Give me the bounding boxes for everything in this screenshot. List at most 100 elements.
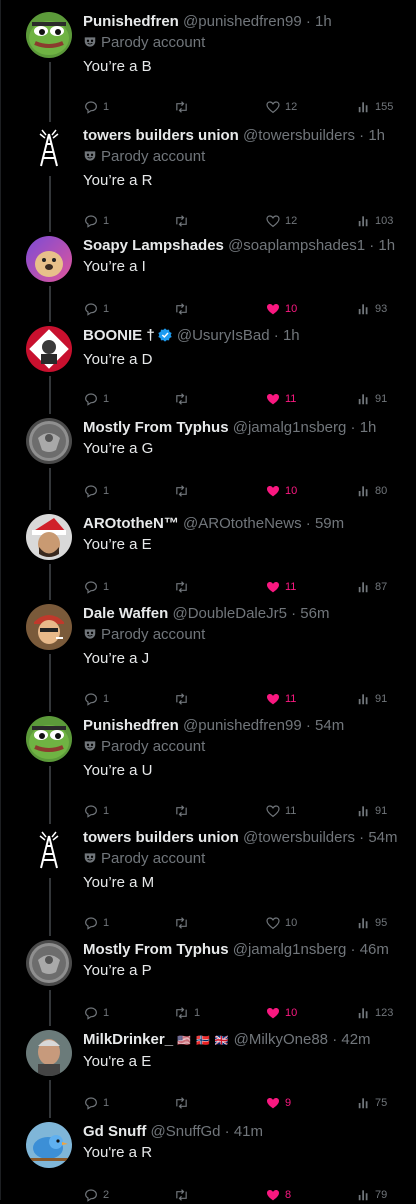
like-button[interactable]: 9 (265, 1094, 291, 1112)
reply-button[interactable]: 1 (83, 212, 109, 230)
avatar[interactable] (26, 236, 72, 282)
display-name[interactable]: BOONIE † (83, 327, 155, 344)
views-button[interactable]: 91 (357, 690, 387, 708)
display-name[interactable]: ARОtotheN™ (83, 515, 179, 532)
views-button[interactable]: 75 (357, 1094, 387, 1112)
views-button[interactable]: 103 (357, 212, 393, 230)
tweet[interactable]: towers builders union @towersbuilders · … (0, 828, 416, 940)
retweet-button[interactable] (173, 1186, 194, 1204)
avatar[interactable] (26, 716, 72, 762)
like-button[interactable]: 12 (265, 212, 297, 230)
display-name[interactable]: towers builders union (83, 829, 239, 846)
reply-button[interactable]: 1 (83, 914, 109, 932)
tweet[interactable]: MilkDrinker_ 🇺🇸 🇳🇴 🇬🇧 @MilkyOne88 · 42m Y… (0, 1030, 416, 1122)
user-handle[interactable]: @jamalg1nsberg (233, 941, 347, 958)
avatar[interactable] (26, 326, 72, 372)
display-name[interactable]: Mostly From Typhus (83, 419, 229, 436)
display-name[interactable]: Punishedfren (83, 717, 179, 734)
like-button[interactable]: 11 (265, 390, 296, 408)
tweet[interactable]: Punishedfren @punishedfren99 · 54m Parody… (0, 716, 416, 828)
views-button[interactable]: 93 (357, 300, 387, 318)
avatar[interactable] (26, 1030, 72, 1076)
user-handle[interactable]: @soaplampshades1 (228, 237, 365, 254)
user-handle[interactable]: @AROtotheNews (183, 515, 302, 532)
views-button[interactable]: 79 (357, 1186, 387, 1204)
retweet-button[interactable] (173, 482, 194, 500)
tweet[interactable]: Dale Waffen @DoubleDaleJr5 · 56m Parody a… (0, 604, 416, 716)
retweet-button[interactable]: 1 (173, 1004, 200, 1022)
avatar[interactable] (26, 126, 72, 172)
retweet-button[interactable] (173, 578, 194, 596)
avatar[interactable] (26, 604, 72, 650)
timestamp[interactable]: 46m (360, 941, 389, 958)
display-name[interactable]: Soapy Lampshades (83, 237, 224, 254)
timestamp[interactable]: 1h (283, 327, 300, 344)
avatar[interactable] (26, 514, 72, 560)
reply-button[interactable]: 1 (83, 1004, 109, 1022)
display-name[interactable]: Dale Waffen (83, 605, 168, 622)
display-name[interactable]: MilkDrinker_ (83, 1031, 173, 1048)
retweet-button[interactable] (173, 914, 194, 932)
views-button[interactable]: 87 (357, 578, 387, 596)
views-button[interactable]: 91 (357, 802, 387, 820)
avatar[interactable] (26, 828, 72, 874)
reply-button[interactable]: 1 (83, 690, 109, 708)
user-handle[interactable]: @DoubleDaleJr5 (172, 605, 286, 622)
reply-button[interactable]: 1 (83, 1094, 109, 1112)
user-handle[interactable]: @MilkyOne88 (234, 1031, 328, 1048)
timestamp[interactable]: 1h (360, 419, 377, 436)
like-button[interactable]: 8 (265, 1186, 291, 1204)
avatar[interactable] (26, 1122, 72, 1168)
retweet-button[interactable] (173, 98, 194, 116)
views-button[interactable]: 123 (357, 1004, 393, 1022)
tweet[interactable]: Gd Snuff @SnuffGd · 41m You're a R 2 8 79 (0, 1122, 416, 1202)
views-button[interactable]: 95 (357, 914, 387, 932)
user-handle[interactable]: @punishedfren99 (183, 717, 302, 734)
like-button[interactable]: 11 (265, 802, 296, 820)
tweet[interactable]: Punishedfren @punishedfren99 · 1h Parody … (0, 12, 416, 126)
tweet[interactable]: Mostly From Typhus @jamalg1nsberg · 46m Y… (0, 940, 416, 1030)
views-button[interactable]: 155 (357, 98, 393, 116)
tweet[interactable]: ARОtotheN™ @AROtotheNews · 59m You’re a E… (0, 514, 416, 604)
tweet[interactable]: BOONIE † @UsuryIsBad · 1h You’re a D 1 11 91 (0, 326, 416, 418)
retweet-button[interactable] (173, 802, 194, 820)
avatar[interactable] (26, 418, 72, 464)
retweet-button[interactable] (173, 690, 194, 708)
timestamp[interactable]: 56m (300, 605, 329, 622)
reply-button[interactable]: 1 (83, 802, 109, 820)
timestamp[interactable]: 41m (234, 1123, 263, 1140)
retweet-button[interactable] (173, 1094, 194, 1112)
reply-button[interactable]: 1 (83, 300, 109, 318)
reply-button[interactable]: 1 (83, 98, 109, 116)
reply-button[interactable]: 1 (83, 390, 109, 408)
user-handle[interactable]: @towersbuilders (243, 127, 355, 144)
timestamp[interactable]: 42m (341, 1031, 370, 1048)
like-button[interactable]: 11 (265, 578, 296, 596)
display-name[interactable]: Gd Snuff (83, 1123, 146, 1140)
display-name[interactable]: Mostly From Typhus (83, 941, 229, 958)
user-handle[interactable]: @jamalg1nsberg (233, 419, 347, 436)
display-name[interactable]: towers builders union (83, 127, 239, 144)
display-name[interactable]: Punishedfren (83, 13, 179, 30)
reply-button[interactable]: 2 (83, 1186, 109, 1204)
retweet-button[interactable] (173, 300, 194, 318)
timestamp[interactable]: 1h (368, 127, 385, 144)
retweet-button[interactable] (173, 390, 194, 408)
user-handle[interactable]: @SnuffGd (151, 1123, 221, 1140)
tweet[interactable]: Mostly From Typhus @jamalg1nsberg · 1h Yo… (0, 418, 416, 514)
timestamp[interactable]: 54m (368, 829, 397, 846)
tweet[interactable]: towers builders union @towersbuilders · … (0, 126, 416, 236)
reply-button[interactable]: 1 (83, 578, 109, 596)
like-button[interactable]: 10 (265, 1004, 297, 1022)
timestamp[interactable]: 1h (378, 237, 395, 254)
user-handle[interactable]: @towersbuilders (243, 829, 355, 846)
like-button[interactable]: 12 (265, 98, 297, 116)
views-button[interactable]: 91 (357, 390, 387, 408)
like-button[interactable]: 10 (265, 482, 297, 500)
user-handle[interactable]: @UsuryIsBad (177, 327, 270, 344)
timestamp[interactable]: 54m (315, 717, 344, 734)
like-button[interactable]: 10 (265, 914, 297, 932)
like-button[interactable]: 10 (265, 300, 297, 318)
like-button[interactable]: 11 (265, 690, 296, 708)
avatar[interactable] (26, 12, 72, 58)
